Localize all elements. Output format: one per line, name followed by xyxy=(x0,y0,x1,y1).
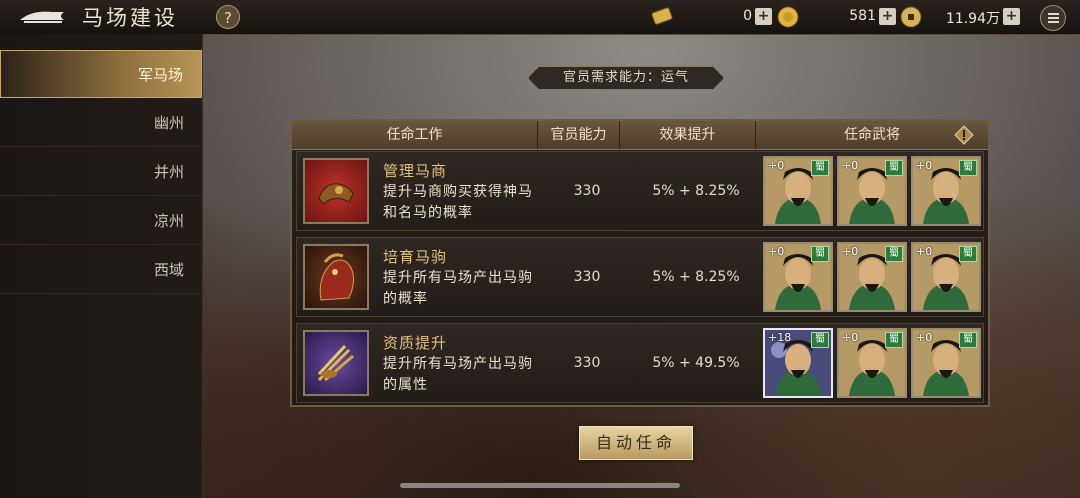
effect-value: 5% + 49.5% xyxy=(652,355,740,371)
general-slot[interactable]: +0 蜀 xyxy=(837,242,907,312)
page-title: 马场建设 xyxy=(82,6,178,30)
sidebar: 军马场 幽州 并州 凉州 西域 xyxy=(0,34,203,498)
task-description: 提升所有马场产出马驹的属性 xyxy=(383,356,533,393)
general-slot[interactable]: +0 蜀 xyxy=(763,156,833,226)
faction-badge: 蜀 xyxy=(811,160,829,176)
column-header: 效果提升 xyxy=(620,121,756,149)
add-resource-button[interactable]: + xyxy=(879,8,896,25)
sidebar-item-liangzhou[interactable]: 凉州 xyxy=(0,197,202,245)
column-header: 官员能力 xyxy=(538,121,620,149)
general-level: +18 xyxy=(768,331,792,344)
effect-value: 5% + 8.25% xyxy=(652,269,740,285)
task-name: 管理马商 xyxy=(383,162,448,180)
task-description: 提升马商购买获得神马和名马的概率 xyxy=(383,184,533,221)
menu-line xyxy=(1048,13,1059,15)
menu-button[interactable] xyxy=(1040,5,1066,31)
ability-value: 330 xyxy=(573,183,601,199)
scroll-token-icon xyxy=(651,7,673,25)
task-description: 提升所有马场产出马驹的概率 xyxy=(383,270,533,307)
task-name: 培育马驹 xyxy=(383,248,448,266)
resource-value: 11.94万 xyxy=(945,11,1000,27)
general-level: +0 xyxy=(916,159,933,172)
faction-badge: 蜀 xyxy=(811,332,829,348)
general-level: +0 xyxy=(916,245,933,258)
general-slot[interactable]: +0 蜀 xyxy=(837,156,907,226)
general-level: +0 xyxy=(768,159,785,172)
general-slot[interactable]: +0 蜀 xyxy=(763,242,833,312)
general-level: +0 xyxy=(768,245,785,258)
menu-line xyxy=(1048,17,1059,19)
column-header: 任命工作 xyxy=(292,121,538,149)
faction-badge: 蜀 xyxy=(811,246,829,262)
general-slot[interactable]: +0 蜀 xyxy=(911,242,981,312)
table-header: 任命工作 官员能力 效果提升 任命武将 xyxy=(292,121,988,150)
general-level: +0 xyxy=(842,159,859,172)
faction-badge: 蜀 xyxy=(885,246,903,262)
copper-coin-icon xyxy=(900,6,922,28)
general-slot[interactable]: +18 蜀 xyxy=(763,328,833,398)
wheat-bundle-icon xyxy=(303,330,369,396)
ability-value: 330 xyxy=(573,355,601,371)
saddle-icon xyxy=(303,158,369,224)
general-slot[interactable]: +0 蜀 xyxy=(911,328,981,398)
general-slot[interactable]: +0 蜀 xyxy=(837,328,907,398)
sidebar-item-youzhou[interactable]: 幽州 xyxy=(0,99,202,147)
table-row: 资质提升 提升所有马场产出马驹的属性 330 5% + 49.5% +18 蜀 … xyxy=(296,323,984,403)
add-resource-button[interactable]: + xyxy=(755,8,772,25)
table-row: 培育马驹 提升所有马场产出马驹的概率 330 5% + 8.25% +0 蜀 +… xyxy=(296,237,984,317)
faction-badge: 蜀 xyxy=(959,246,977,262)
task-name: 资质提升 xyxy=(383,334,448,352)
general-level: +0 xyxy=(842,245,859,258)
sidebar-item-bingzhou[interactable]: 并州 xyxy=(0,148,202,196)
faction-badge: 蜀 xyxy=(959,160,977,176)
resource-value: 581 xyxy=(849,8,876,24)
red-horse-icon xyxy=(303,244,369,310)
general-slot[interactable]: +0 蜀 xyxy=(911,156,981,226)
warning-icon[interactable] xyxy=(954,125,974,145)
general-level: +0 xyxy=(916,331,933,344)
back-arrow-icon[interactable] xyxy=(18,6,68,28)
faction-badge: 蜀 xyxy=(885,160,903,176)
effect-value: 5% + 8.25% xyxy=(652,183,740,199)
gold-ingot-icon xyxy=(777,6,799,28)
faction-badge: 蜀 xyxy=(959,332,977,348)
sidebar-item-military-horse-farm[interactable]: 军马场 xyxy=(0,50,202,98)
resource-value: 0 xyxy=(743,8,752,24)
appointment-table: 任命工作 官员能力 效果提升 任命武将 管理马商 提升马商购买获得神马和名马的概… xyxy=(290,119,990,407)
top-bar: 马场建设 ? 0 + 581 + 11.94万 + xyxy=(0,0,1080,35)
home-indicator xyxy=(400,483,680,488)
requirement-banner: 官员需求能力：运气 xyxy=(528,66,724,90)
add-resource-button[interactable]: + xyxy=(1003,8,1020,25)
sidebar-item-xiyu[interactable]: 西域 xyxy=(0,246,202,294)
general-level: +0 xyxy=(842,331,859,344)
ability-value: 330 xyxy=(573,269,601,285)
menu-line xyxy=(1048,21,1059,23)
auto-appoint-button[interactable]: 自动任命 xyxy=(579,426,693,460)
help-button[interactable]: ? xyxy=(216,5,240,29)
faction-badge: 蜀 xyxy=(885,332,903,348)
table-row: 管理马商 提升马商购买获得神马和名马的概率 330 5% + 8.25% +0 … xyxy=(296,151,984,231)
